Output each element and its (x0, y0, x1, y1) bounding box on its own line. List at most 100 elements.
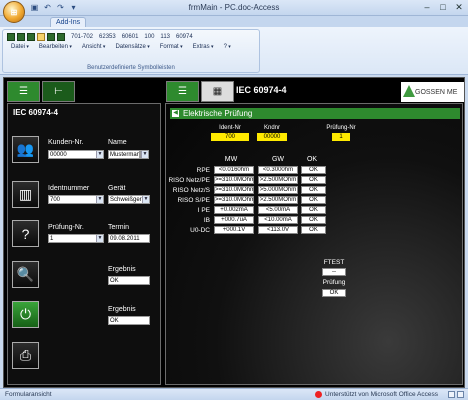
form-view-icon[interactable] (448, 391, 455, 398)
menu-extras[interactable]: Extras (189, 44, 218, 50)
ergebnis-field[interactable]: OK (108, 276, 150, 285)
limit-value: <0.3000hm (258, 166, 298, 174)
right-panel-title: IEC 60974-4 (236, 85, 287, 95)
chevron-down-icon[interactable]: ▼ (96, 235, 103, 242)
close-icon[interactable]: ✕ (454, 2, 464, 13)
right-panel: IEC 60974-4 GOSSEN ME ◀ Elektrische Prüf… (165, 82, 464, 385)
result-value: OK (301, 186, 326, 194)
toolbar-field[interactable]: 62353 (99, 34, 116, 40)
arrow-left-icon[interactable]: ◀ (172, 110, 179, 117)
ribbon: 701-702 62353 60601 100 113 60974 Datei … (0, 27, 468, 75)
print-button[interactable]: ⎙ (12, 342, 39, 369)
tab-tree-view[interactable]: ⊢ (42, 81, 75, 102)
pruefung-label: Prüfung (322, 279, 346, 286)
record-select-icon[interactable] (37, 33, 45, 41)
pruefung-nr-label: Prüfung-Nr (326, 125, 356, 131)
toolbar-field[interactable]: 60601 (122, 34, 139, 40)
termin-field[interactable]: 09.08.2011 (108, 234, 150, 243)
office-button[interactable]: ⊞ (3, 1, 25, 23)
ergebnis-field[interactable]: OK (108, 316, 150, 325)
group-label: Benutzerdefinierte Symbolleisten (87, 65, 175, 71)
right-tabs: ☰ ▦ (166, 81, 234, 102)
chevron-down-icon[interactable]: ▼ (141, 151, 148, 158)
termin-label: Termin (108, 224, 130, 231)
measured-value: +000.1V (214, 226, 254, 234)
minimize-icon[interactable]: – (422, 2, 432, 13)
section-title: Elektrische Prüfung (183, 109, 253, 118)
left-tabs: ☰ ⊢ (7, 81, 75, 102)
keypad-icon: ▦ (212, 86, 223, 97)
tab-test-list[interactable]: ☰ (166, 81, 199, 102)
measured-value: +000.7uA (214, 216, 254, 224)
search-button[interactable]: 🔍 (12, 261, 39, 288)
limit-value: >2.500MOhm (258, 176, 298, 184)
result-value: OK (301, 196, 326, 204)
menu-format[interactable]: Format (156, 44, 187, 50)
kndnr-value: 00000 (257, 133, 287, 141)
section-title-bar: ◀ Elektrische Prüfung (170, 108, 460, 119)
pruefung-nr-value: 1 (50, 236, 54, 242)
design-view-icon[interactable] (457, 391, 464, 398)
measured-value: >=310.0MOhm (214, 196, 254, 204)
result-value: OK (301, 176, 326, 184)
name-field[interactable]: Mustermann (108, 150, 140, 159)
menu-bearbeiten[interactable]: Bearbeiten (35, 44, 76, 50)
name-select[interactable]: ▼ (140, 150, 149, 159)
identnummer-select[interactable]: 700 ▼ (48, 195, 104, 204)
chevron-down-icon[interactable]: ▼ (96, 151, 103, 158)
measurement-name: I PE (197, 207, 210, 214)
status-powered-by: Unterstützt von Microsoft Office Access (325, 391, 438, 398)
view-switcher (448, 391, 464, 398)
record-first-icon[interactable] (7, 33, 15, 41)
question-icon: ? (21, 225, 30, 242)
connect-button[interactable]: ⏻ (12, 301, 39, 328)
record-new-icon[interactable] (57, 33, 65, 41)
barcode-icon: ▥ (18, 186, 33, 202)
people-icon: 👥 (16, 141, 35, 157)
kndnr-label: Kndnr (263, 125, 280, 131)
geraet-label: Gerät (108, 185, 126, 192)
toolbar-field[interactable]: 113 (160, 34, 170, 40)
chevron-down-icon[interactable]: ▼ (96, 196, 103, 203)
tab-keypad[interactable]: ▦ (201, 81, 234, 102)
pruefung-nr-value: 1 (332, 133, 350, 141)
list-icon: ☰ (178, 86, 187, 97)
kunden-nr-select[interactable]: 00000 ▼ (48, 150, 104, 159)
tests-button[interactable]: ? (12, 220, 39, 247)
magnifier-icon: 🔍 (16, 266, 35, 282)
col-ok: OK (306, 156, 318, 163)
measured-value: >=310.0MOhm (214, 186, 254, 194)
measurement-name: RISO Netz/S (172, 187, 210, 194)
col-mw: MW (224, 156, 238, 163)
menu-ansicht[interactable]: Ansicht (78, 44, 110, 50)
toolbar-field[interactable]: 60974 (176, 34, 193, 40)
brand-logo: GOSSEN ME (401, 82, 464, 102)
measurement-name: RISO S/PE (177, 197, 210, 204)
toolbar-field[interactable]: 100 (144, 34, 154, 40)
kunden-nr-value: 00000 (50, 152, 67, 158)
menu-datensaetze[interactable]: Datensätze (111, 44, 153, 50)
plug-icon: ⏻ (19, 306, 32, 322)
menu-help[interactable]: ? (220, 44, 235, 50)
main-form: ☰ ⊢ ☰ ▦ IEC 60974-4 👥 Kunden-Nr. 00000 ▼ … (3, 77, 465, 388)
menu-datei[interactable]: Datei (7, 44, 33, 50)
customers-button[interactable]: 👥 (12, 136, 39, 163)
ftest-value: -- (322, 268, 346, 276)
chevron-down-icon[interactable]: ▼ (142, 196, 149, 203)
custom-toolbars-group: 701-702 62353 60601 100 113 60974 Datei … (2, 29, 260, 73)
tab-list-view[interactable]: ☰ (7, 81, 40, 102)
result-value: OK (301, 226, 326, 234)
status-view-mode: Formularansicht (5, 391, 52, 398)
printer-icon: ⎙ (19, 347, 32, 363)
geraet-select[interactable]: Schweißger ▼ (108, 195, 150, 204)
pruefung-nr-select[interactable]: 1 ▼ (48, 234, 104, 243)
tab-add-ins[interactable]: Add-Ins (50, 17, 87, 27)
maximize-icon[interactable]: □ (438, 2, 448, 13)
geraet-value: Schweißger (110, 197, 142, 203)
devices-button[interactable]: ▥ (12, 181, 39, 208)
record-last-icon[interactable] (47, 33, 55, 41)
toolbar-field[interactable]: 701-702 (71, 34, 93, 40)
record-prev-icon[interactable] (17, 33, 25, 41)
window-title: frmMain - PC.doc-Access (188, 3, 280, 12)
record-next-icon[interactable] (27, 33, 35, 41)
